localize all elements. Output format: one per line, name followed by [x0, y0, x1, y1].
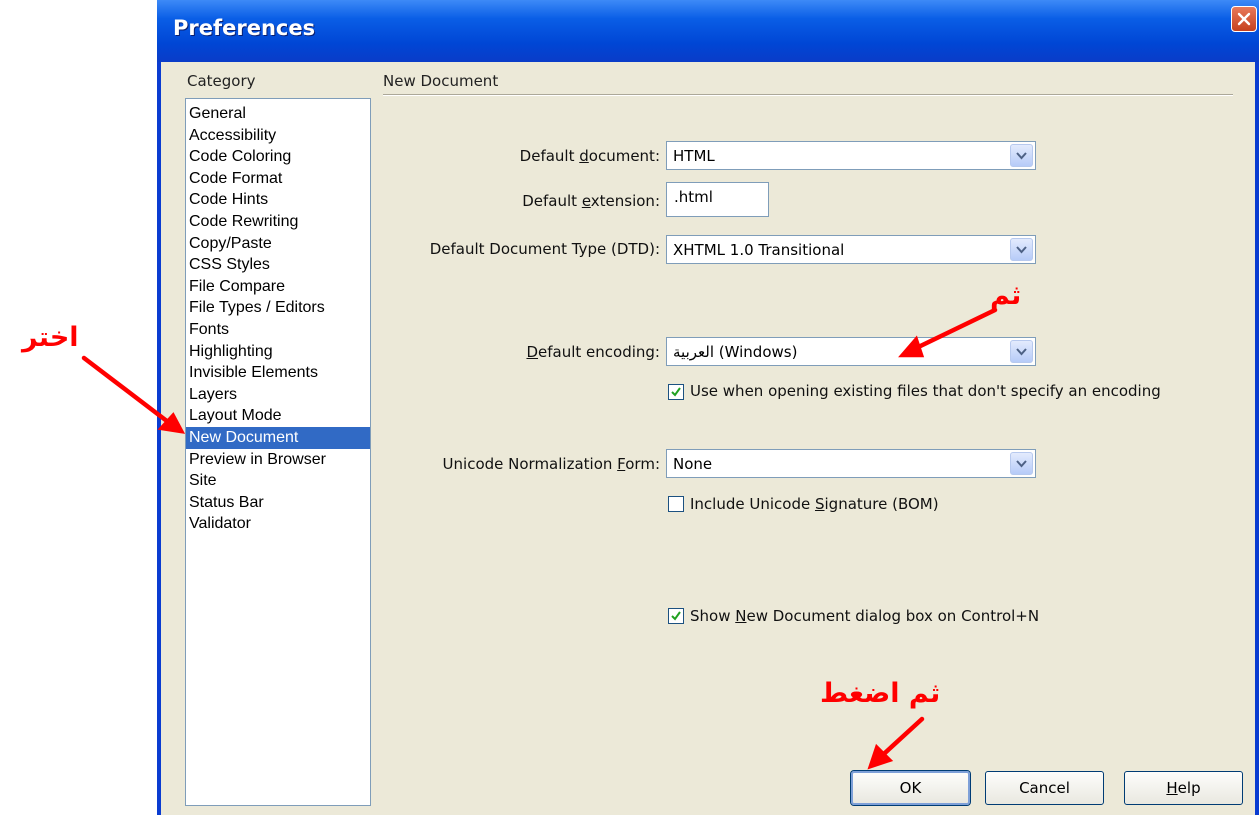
annotation-arrows [81, 307, 998, 770]
arrow-to-new-document [81, 355, 186, 434]
arrow-to-encoding [898, 307, 998, 358]
arrow-to-ok [867, 716, 925, 770]
